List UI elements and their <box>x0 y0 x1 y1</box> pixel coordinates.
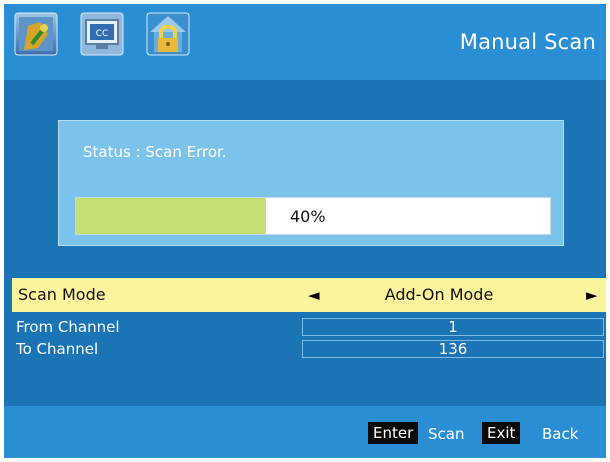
progress-label: 40% <box>290 207 326 226</box>
status-panel: Status : Scan Error. 40% <box>58 120 564 246</box>
from-channel-label: From Channel <box>16 318 120 336</box>
scan-mode-value: Add-On Mode <box>384 285 494 304</box>
arrow-right-icon[interactable]: ► <box>586 286 598 304</box>
enter-key-badge[interactable]: Enter <box>368 422 419 444</box>
svg-text:CC: CC <box>96 29 109 39</box>
picture-icon[interactable] <box>14 12 58 56</box>
from-channel-field[interactable]: 1 <box>302 318 604 336</box>
lock-icon[interactable] <box>146 12 190 56</box>
exit-action-label: Back <box>542 425 579 443</box>
arrow-left-icon[interactable]: ◄ <box>308 286 320 304</box>
progress-bar: 40% <box>75 197 551 235</box>
scan-mode-label: Scan Mode <box>18 285 106 304</box>
header-bar: CC Manual Scan <box>4 4 606 80</box>
footer-bar: Enter Scan Exit Back <box>4 406 606 458</box>
closed-caption-icon[interactable]: CC <box>80 12 124 56</box>
exit-key-badge[interactable]: Exit <box>482 422 521 444</box>
to-channel-field[interactable]: 136 <box>302 340 604 358</box>
to-channel-label: To Channel <box>16 340 99 358</box>
enter-action-label: Scan <box>428 425 465 443</box>
tv-menu-screen: CC Manual Scan Status : Scan Error. 40% … <box>4 4 606 458</box>
status-text: Status : Scan Error. <box>83 143 227 161</box>
progress-fill <box>76 198 266 234</box>
page-title: Manual Scan <box>459 30 596 54</box>
scan-mode-row[interactable]: Scan Mode ◄ Add-On Mode ► <box>12 278 606 312</box>
